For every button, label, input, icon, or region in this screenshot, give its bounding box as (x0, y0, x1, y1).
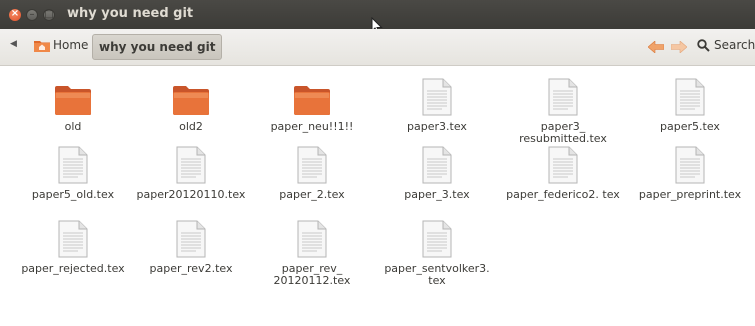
item-label: paper5_old.tex (31, 188, 115, 201)
item-label: paper_rejected.tex (21, 262, 125, 275)
file-item[interactable]: paper_3.tex (378, 144, 496, 201)
item-label: paper_sentvolker3. tex (384, 262, 490, 287)
close-icon[interactable]: × (9, 8, 21, 21)
title-bar: × – □ why you need git (0, 0, 755, 35)
file-item[interactable]: paper_rev2.tex (132, 218, 250, 275)
search-label: Search (714, 38, 755, 52)
file-item[interactable]: paper_preprint.tex (631, 144, 749, 201)
search-icon (697, 38, 710, 52)
item-label: paper_rev2.tex (149, 262, 233, 275)
folder-icon (14, 76, 132, 116)
text-file-icon (378, 218, 496, 258)
item-label: paper3_ resubmitted.tex (519, 120, 607, 145)
text-file-icon (504, 76, 622, 116)
text-file-icon (253, 144, 371, 184)
folder-item[interactable]: old2 (132, 76, 250, 133)
item-label: old (64, 120, 82, 133)
text-file-icon (378, 76, 496, 116)
item-label: paper_neu!!1!! (270, 120, 354, 133)
text-file-icon (14, 144, 132, 184)
toolbar: ◀ Home why you need git Search (0, 29, 755, 66)
item-label: paper_3.tex (404, 188, 470, 201)
file-item[interactable]: paper_2.tex (253, 144, 371, 201)
maximize-icon[interactable]: □ (43, 9, 55, 21)
file-item[interactable]: paper_federico2. tex (504, 144, 622, 201)
file-grid: old old2 paper_neu!!1!! paper3.tex paper… (0, 66, 755, 326)
minimize-icon[interactable]: – (26, 9, 38, 21)
item-label: old2 (179, 120, 203, 133)
item-label: paper5.tex (660, 120, 720, 133)
breadcrumb-home-label: Home (53, 38, 89, 52)
item-label: paper_rev_ 20120112.tex (273, 262, 351, 287)
file-item[interactable]: paper5.tex (631, 76, 749, 133)
item-label: paper_2.tex (279, 188, 345, 201)
text-file-icon (631, 144, 749, 184)
file-item[interactable]: paper_rev_ 20120112.tex (253, 218, 371, 287)
breadcrumb-current-folder[interactable]: why you need git (92, 34, 223, 60)
text-file-icon (504, 144, 622, 184)
file-item[interactable]: paper3_ resubmitted.tex (504, 76, 622, 145)
item-label: paper3.tex (407, 120, 467, 133)
back-icon[interactable]: ◀ (10, 39, 17, 49)
arrow-left-icon[interactable] (648, 41, 664, 53)
arrow-right-icon[interactable] (671, 41, 687, 53)
text-file-icon (132, 144, 250, 184)
file-item[interactable]: paper20120110.tex (132, 144, 250, 201)
text-file-icon (378, 144, 496, 184)
folder-item[interactable]: old (14, 76, 132, 133)
breadcrumb-home[interactable]: Home (34, 38, 88, 52)
text-file-icon (631, 76, 749, 116)
file-item[interactable]: paper3.tex (378, 76, 496, 133)
window-title: why you need git (67, 6, 194, 21)
folder-icon (132, 76, 250, 116)
search-button[interactable]: Search (697, 38, 755, 52)
file-item[interactable]: paper_rejected.tex (14, 218, 132, 275)
folder-icon (253, 76, 371, 116)
item-label: paper_preprint.tex (638, 188, 742, 201)
file-item[interactable]: paper5_old.tex (14, 144, 132, 201)
text-file-icon (132, 218, 250, 258)
text-file-icon (253, 218, 371, 258)
item-label: paper_federico2. tex (506, 188, 620, 201)
folder-item[interactable]: paper_neu!!1!! (253, 76, 371, 133)
item-label: paper20120110.tex (136, 188, 246, 201)
file-item[interactable]: paper_sentvolker3. tex (378, 218, 496, 287)
home-folder-icon (34, 39, 50, 52)
text-file-icon (14, 218, 132, 258)
